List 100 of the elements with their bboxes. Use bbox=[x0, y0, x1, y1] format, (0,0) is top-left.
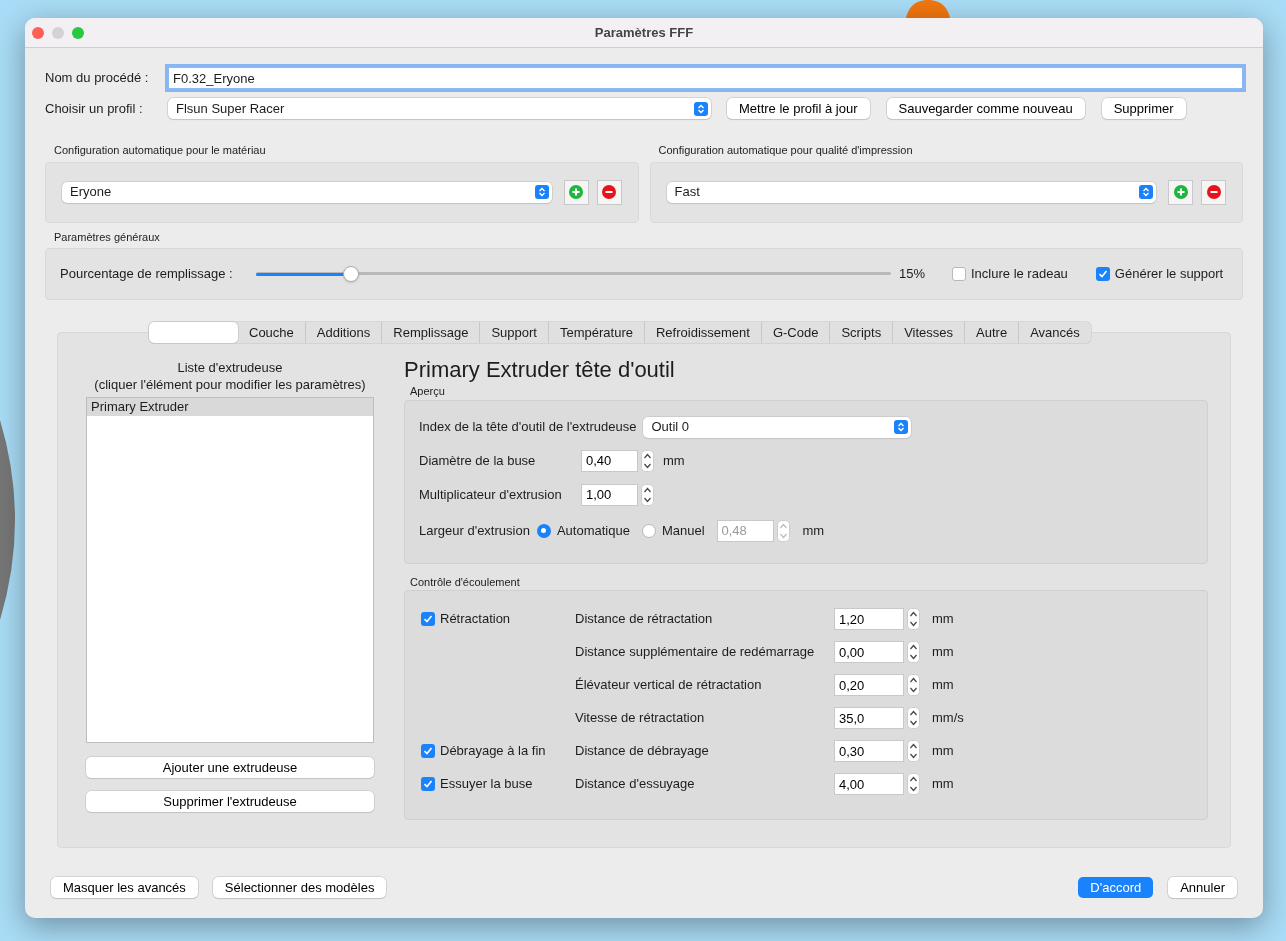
field-label: Nom du procédé : bbox=[45, 69, 150, 88]
number-field[interactable]: 0,00 bbox=[834, 641, 904, 663]
number-field[interactable]: 4,00 bbox=[834, 773, 904, 795]
remove-button[interactable] bbox=[1201, 179, 1226, 205]
slider-label: Pourcentage de remplissage : bbox=[60, 265, 234, 284]
minus-icon bbox=[602, 185, 616, 199]
unit-label: mm/s bbox=[932, 709, 965, 728]
stepper-arrows-icon[interactable] bbox=[907, 707, 920, 729]
number-field[interactable]: 0,40 bbox=[581, 449, 638, 472]
group-title: Aperçu bbox=[410, 384, 446, 399]
field-label: Choisir un profil : bbox=[45, 99, 144, 118]
field-label: Distance d'essuyage bbox=[575, 775, 696, 794]
dropdown[interactable]: Fast bbox=[666, 181, 1156, 203]
plus-icon bbox=[569, 185, 583, 199]
footer-button[interactable]: Sélectionner des modèles bbox=[212, 877, 387, 898]
extruder-button[interactable]: Supprimer l'extrudeuse bbox=[86, 791, 374, 812]
stepper-arrows-icon[interactable] bbox=[641, 449, 654, 472]
number-field[interactable]: 0,20 bbox=[834, 674, 904, 696]
profile-button[interactable]: Sauvegarder comme nouveau bbox=[886, 98, 1085, 119]
tab[interactable]: G-Code bbox=[760, 322, 830, 343]
group-title: Contrôle d'écoulement bbox=[410, 574, 521, 590]
checkbox-label: Débrayage à la fin bbox=[440, 742, 546, 761]
stepper-arrows-icon[interactable] bbox=[641, 483, 654, 506]
plus-icon bbox=[1173, 185, 1188, 199]
process-name-field[interactable]: F0.32_Eryone bbox=[168, 67, 1243, 89]
add-button[interactable] bbox=[563, 179, 589, 205]
close-window-button[interactable] bbox=[32, 26, 44, 39]
zoom-window-button[interactable] bbox=[72, 26, 84, 39]
stepper-arrows-icon[interactable] bbox=[907, 773, 920, 795]
window-title: Paramètres FFF bbox=[594, 23, 694, 42]
checkbox-label: Essuyer la buse bbox=[440, 775, 533, 794]
select-arrows-icon bbox=[534, 185, 549, 199]
stepper-arrows-icon[interactable] bbox=[907, 608, 920, 630]
checkbox[interactable] bbox=[1095, 267, 1110, 281]
checkbox[interactable] bbox=[421, 612, 435, 626]
profile-button[interactable]: Supprimer bbox=[1101, 98, 1186, 119]
cancel-button[interactable]: Annuler bbox=[1168, 877, 1237, 898]
number-field[interactable]: 0,30 bbox=[834, 740, 904, 762]
tab[interactable]: Vitesses bbox=[892, 322, 965, 343]
checkbox-label: Inclure le radeau bbox=[971, 265, 1068, 284]
unit-label: mm bbox=[663, 451, 685, 470]
checkbox[interactable] bbox=[952, 267, 966, 281]
slider-value: 15% bbox=[899, 265, 927, 284]
stepper-arrows-icon[interactable] bbox=[907, 740, 920, 762]
list-item[interactable]: Primary Extruder bbox=[87, 398, 373, 416]
checkbox-label: Générer le support bbox=[1114, 265, 1224, 284]
tab[interactable]: Couche bbox=[238, 322, 305, 343]
minus-icon bbox=[1206, 185, 1221, 199]
field-label: Diamètre de la buse bbox=[419, 451, 537, 470]
tab[interactable]: Température bbox=[548, 322, 644, 343]
add-button[interactable] bbox=[1168, 179, 1193, 205]
checkbox[interactable] bbox=[421, 744, 435, 758]
select-arrows-icon bbox=[694, 101, 708, 116]
radio-button[interactable] bbox=[641, 523, 656, 538]
slider-thumb[interactable] bbox=[343, 266, 360, 282]
checkbox-label: Rétractation bbox=[440, 610, 511, 629]
dropdown[interactable]: Outil 0 bbox=[643, 416, 912, 438]
dropdown[interactable]: Flsun Super Racer bbox=[168, 98, 711, 119]
checkbox[interactable] bbox=[421, 777, 435, 791]
field-label: Vitesse de rétractation bbox=[575, 709, 706, 728]
field-label: Distance supplémentaire de redémarrage bbox=[575, 643, 816, 662]
group-title: Configuration automatique pour le matériau bbox=[54, 143, 267, 158]
tab[interactable]: Refroidissement bbox=[644, 322, 761, 343]
unit-label: mm bbox=[932, 742, 955, 761]
unit-label: mm bbox=[932, 610, 955, 629]
remove-button[interactable] bbox=[596, 179, 622, 205]
extruder-button[interactable]: Ajouter une extrudeuse bbox=[86, 757, 374, 778]
select-arrows-icon bbox=[894, 420, 909, 434]
profile-button[interactable]: Mettre le profil à jour bbox=[727, 98, 870, 119]
field-label: Largeur d'extrusion bbox=[419, 521, 530, 540]
radio-label: Automatique bbox=[556, 521, 630, 540]
stepper-arrows-icon[interactable] bbox=[907, 641, 920, 663]
model-part-drawing bbox=[906, 0, 950, 18]
field-label: Distance de débrayage bbox=[575, 742, 710, 761]
group-title: Configuration automatique pour qualité d'impression bbox=[658, 143, 914, 158]
radio-label: Manuel bbox=[661, 521, 705, 540]
slider-track[interactable] bbox=[256, 265, 891, 283]
unit-label: mm bbox=[932, 775, 955, 794]
number-field[interactable]: 1,20 bbox=[834, 608, 904, 630]
number-field[interactable]: 1,00 bbox=[581, 483, 638, 506]
unit-label: mm bbox=[802, 521, 825, 540]
footer-button[interactable]: Masquer les avancés bbox=[51, 877, 198, 898]
list-title: Liste d'extrudeuse (cliquer l'élément pour modifier les paramètres) bbox=[93, 359, 367, 393]
number-field[interactable]: 35,0 bbox=[834, 707, 904, 729]
unit-label: mm bbox=[932, 643, 955, 662]
ok-button[interactable]: D'accord bbox=[1078, 877, 1154, 898]
stepper-arrows-icon[interactable] bbox=[907, 674, 920, 696]
field-label: Index de la tête d'outil de l'extrudeuse bbox=[419, 418, 637, 437]
tab[interactable]: Additions bbox=[304, 322, 382, 343]
tab[interactable]: Remplissage bbox=[381, 322, 480, 343]
radio-button[interactable] bbox=[536, 523, 551, 538]
dropdown[interactable]: Eryone bbox=[62, 181, 552, 203]
field-label: Multiplicateur d'extrusion bbox=[419, 485, 563, 504]
field-label: Élévateur vertical de rétractation bbox=[575, 676, 763, 695]
section-heading: Primary Extruder tête d'outil bbox=[404, 357, 676, 383]
tab[interactable]: Support bbox=[479, 322, 548, 343]
group-title: Paramètres généraux bbox=[54, 229, 161, 245]
tab[interactable]: Autre bbox=[964, 322, 1019, 343]
field-label: Distance de rétractation bbox=[575, 610, 714, 629]
tab[interactable]: Scripts bbox=[829, 322, 893, 343]
